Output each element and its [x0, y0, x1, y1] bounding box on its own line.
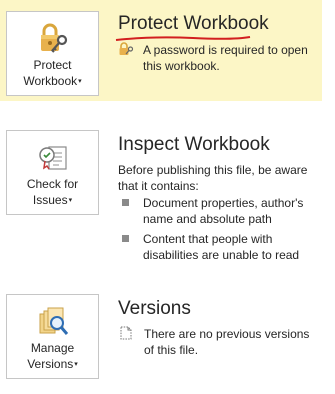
versions-section: Manage Versions▾ Versions There are no p… [0, 281, 322, 394]
bullet-square-icon [122, 235, 129, 242]
lock-key-icon [36, 22, 70, 61]
manage-versions-label-line1: Manage [30, 341, 75, 355]
protect-message-line1: A password is required to open [143, 43, 308, 57]
chevron-down-icon: ▾ [78, 78, 82, 85]
check-for-issues-button[interactable]: Check for Issues▾ [6, 130, 99, 215]
inspect-bullet-line2: disabilities are unable to read [143, 248, 300, 262]
chevron-down-icon: ▾ [68, 197, 73, 204]
chevron-down-icon: ▾ [74, 361, 78, 368]
inspect-desc-line2: that it contains: [118, 179, 199, 193]
manage-versions-button[interactable]: Manage Versions▾ [6, 294, 99, 379]
manage-versions-label-line2: Versions▾ [27, 357, 78, 371]
inspect-workbook-section: Check for Issues▾ Inspect Workbook Befor… [0, 101, 322, 281]
versions-message-line2: of this file. [144, 343, 199, 357]
inspect-desc-line1: Before publishing this file, be aware [118, 163, 308, 177]
protect-workbook-button[interactable]: Protect Workbook▾ [6, 11, 99, 96]
protect-workbook-title: Protect Workbook [118, 13, 269, 34]
protect-workbook-section: Protect Workbook▾ Protect Workbook A pas… [0, 0, 322, 101]
bullet-square-icon [122, 199, 129, 206]
check-for-issues-label-line1: Check for [26, 177, 79, 191]
document-dotted-icon [119, 326, 133, 345]
inspect-bullet-line1: Document properties, author's [143, 196, 304, 210]
versions-message-line1: There are no previous versions [144, 327, 310, 341]
versions-title: Versions [118, 298, 191, 319]
inspect-workbook-title: Inspect Workbook [118, 134, 270, 155]
small-lock-key-icon [118, 42, 134, 61]
check-for-issues-label-line2: Issues▾ [32, 193, 73, 207]
inspect-checklist-icon [36, 141, 70, 180]
protect-workbook-label-line2: Workbook▾ [23, 74, 82, 88]
inspect-bullet-line1: Content that people with [143, 232, 273, 246]
protect-workbook-label-line1: Protect [33, 58, 72, 72]
protect-message-line2: this workbook. [143, 59, 220, 73]
versions-magnifier-icon [36, 305, 70, 344]
inspect-bullet-line2: name and absolute path [143, 212, 272, 226]
